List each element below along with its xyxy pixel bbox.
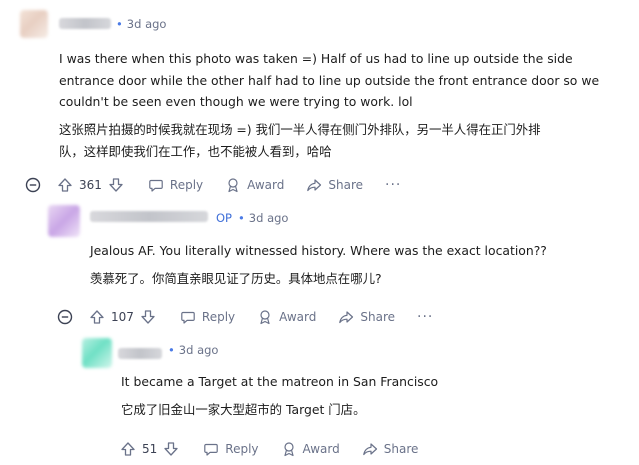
comment-body-zh-line: 这张照片拍摄的时候我就在现场 =) 我们一半人得在侧门外排队，另一半人得在正门外… xyxy=(59,122,541,137)
upvote-icon[interactable] xyxy=(57,177,73,193)
comment-actions: 361 Reply Award Share ··· xyxy=(25,175,401,195)
reply-icon xyxy=(149,179,163,192)
meta-separator: • xyxy=(168,343,175,357)
award-label: Award xyxy=(279,310,317,324)
share-icon xyxy=(339,311,354,324)
share-label: Share xyxy=(360,310,396,324)
meta-separator: • xyxy=(116,17,123,31)
share-button[interactable]: Share xyxy=(338,309,395,325)
award-button[interactable]: Award xyxy=(257,309,316,325)
avatar[interactable] xyxy=(20,10,48,38)
downvote-icon[interactable] xyxy=(163,441,179,457)
comment-body-en-line: I was there when this photo was taken =)… xyxy=(59,51,573,66)
more-options-icon[interactable]: ··· xyxy=(385,177,401,193)
share-button[interactable]: Share xyxy=(362,441,419,457)
reply-button[interactable]: Reply xyxy=(203,441,259,457)
award-button[interactable]: Award xyxy=(225,177,284,193)
award-label: Award xyxy=(302,442,340,456)
reply-label: Reply xyxy=(201,310,236,324)
collapse-button[interactable] xyxy=(25,177,41,193)
collapse-icon xyxy=(25,177,41,193)
comment-thread: • 3d ago I was there when this photo was … xyxy=(0,0,639,465)
comment-body-zh-line: 羡慕死了。你简直亲眼见证了历史。具体地点在哪儿? xyxy=(90,271,382,286)
timestamp[interactable]: 3d ago xyxy=(127,17,167,31)
comment-body-en-line: entrance door while the other half had t… xyxy=(59,73,600,88)
reply-icon xyxy=(181,311,195,324)
award-button[interactable]: Award xyxy=(281,441,340,457)
downvote-icon[interactable] xyxy=(108,177,124,193)
avatar[interactable] xyxy=(48,205,80,237)
comment-body-en-line: couldn't be seen even though we were try… xyxy=(59,94,413,109)
timestamp[interactable]: 3d ago xyxy=(249,211,289,225)
op-badge: OP xyxy=(216,211,232,225)
reply-label: Reply xyxy=(225,442,259,456)
more-options-icon[interactable]: ··· xyxy=(417,309,433,325)
reply-label: Reply xyxy=(169,178,204,192)
share-label: Share xyxy=(328,178,364,192)
award-label: Award xyxy=(247,178,285,192)
meta-separator: • xyxy=(238,211,245,225)
vote-group: 361 xyxy=(57,177,124,193)
comment-meta: • 3d ago xyxy=(116,17,166,31)
comment-body-en-line: Jealous AF. You literally witnessed hist… xyxy=(90,243,547,258)
username-redacted[interactable] xyxy=(59,18,111,29)
share-button[interactable]: Share xyxy=(306,177,363,193)
comment-actions: 51 Reply Award Share xyxy=(120,439,440,459)
comment-meta: • 3d ago xyxy=(168,343,218,357)
username-redacted[interactable] xyxy=(118,348,162,359)
timestamp[interactable]: 3d ago xyxy=(179,343,219,357)
comment-body-zh-line: 队，这样即使我们在工作，也不能被人看到，哈哈 xyxy=(59,144,332,159)
reply-icon xyxy=(204,443,219,456)
collapse-button[interactable] xyxy=(57,309,73,325)
upvote-icon[interactable] xyxy=(120,441,136,457)
reply-button[interactable]: Reply xyxy=(180,309,235,325)
vote-group: 107 xyxy=(89,309,156,325)
vote-group: 51 xyxy=(120,441,179,457)
collapse-icon xyxy=(57,309,73,325)
award-icon xyxy=(260,310,270,325)
share-icon xyxy=(362,443,377,456)
award-icon xyxy=(283,442,294,457)
username-redacted[interactable] xyxy=(90,211,208,222)
comment-meta: OP • 3d ago xyxy=(216,211,288,225)
avatar[interactable] xyxy=(82,338,112,368)
comment-body-zh-line: 它成了旧金山一家大型超市的 Target 门店。 xyxy=(121,402,366,417)
comment-actions: 107 Reply Award Share ··· xyxy=(57,307,433,327)
comment-body-en-line: It became a Target at the matreon in San… xyxy=(121,374,439,389)
share-label: Share xyxy=(383,442,419,456)
vote-count: 107 xyxy=(111,310,134,324)
vote-count: 51 xyxy=(142,442,158,456)
vote-count: 361 xyxy=(79,178,102,192)
reply-button[interactable]: Reply xyxy=(148,177,203,193)
upvote-icon[interactable] xyxy=(89,309,105,325)
share-icon xyxy=(307,179,322,192)
award-icon xyxy=(228,178,238,193)
downvote-icon[interactable] xyxy=(140,309,156,325)
